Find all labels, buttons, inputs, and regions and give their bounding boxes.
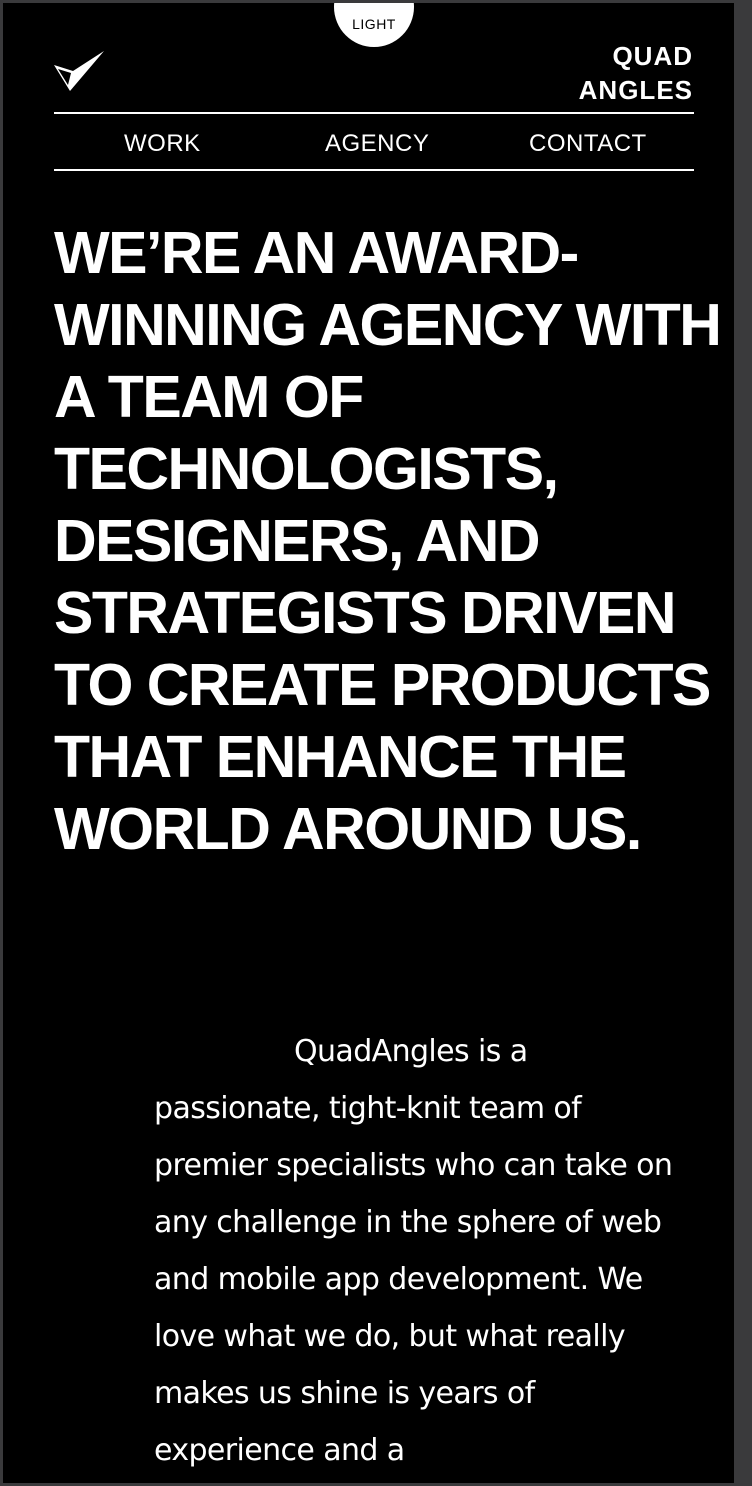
theme-toggle-label: LIGHT (352, 16, 396, 32)
brand-wordmark[interactable]: QUAD ANGLES (579, 39, 693, 107)
scrollbar-track[interactable] (734, 0, 752, 1486)
main-nav: WORK AGENCY CONTACT (54, 112, 694, 171)
hero-headline: WE’RE AN AWARD-WINNING AGENCY WITH A TEA… (54, 220, 722, 862)
brand-line-1: QUAD (612, 41, 693, 71)
brand-line-2: ANGLES (578, 75, 693, 105)
checkmark-logo-icon[interactable] (53, 50, 105, 92)
intro-paragraph: QuadAngles is a passionate, tight-knit t… (154, 1034, 673, 1468)
nav-item-agency[interactable]: AGENCY (325, 114, 429, 169)
theme-toggle-button[interactable]: LIGHT (334, 3, 414, 47)
nav-item-contact[interactable]: CONTACT (529, 114, 647, 169)
nav-item-work[interactable]: WORK (124, 114, 201, 169)
page-frame: LIGHT QUAD ANGLES WORK AGENCY CONTACT WE… (3, 3, 734, 1483)
